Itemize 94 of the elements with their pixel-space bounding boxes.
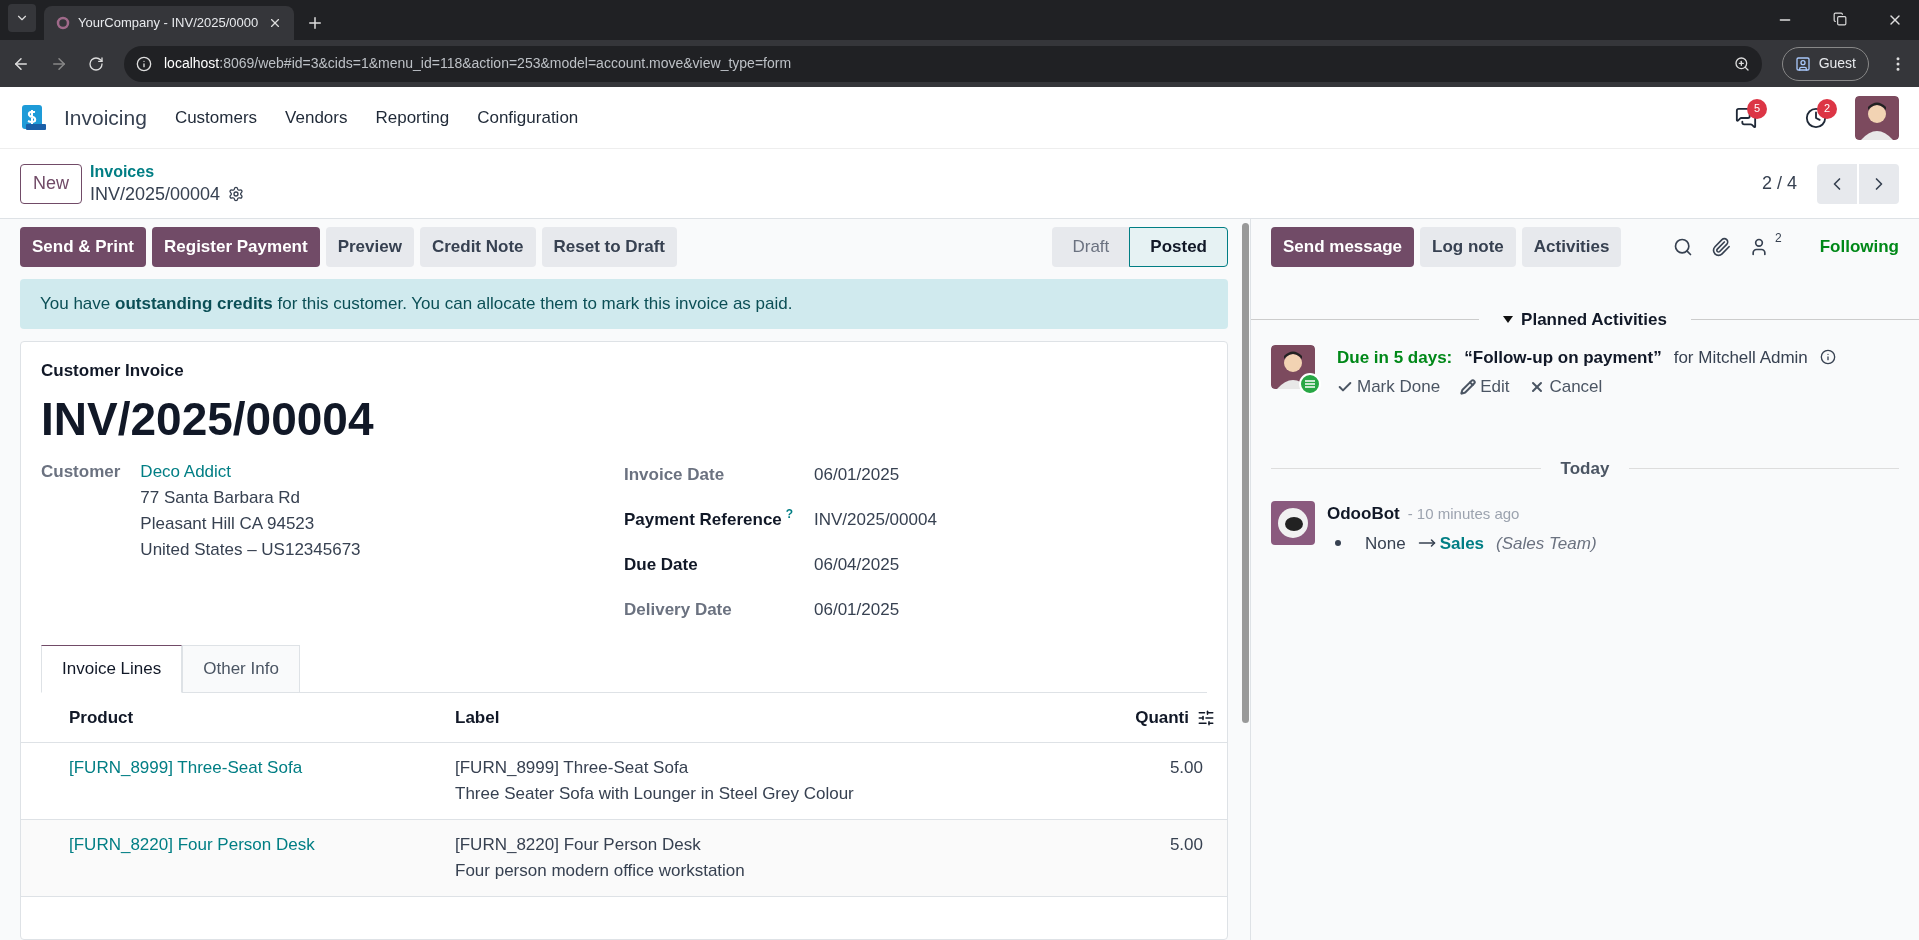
badge: 5 bbox=[1747, 98, 1767, 119]
help-mark[interactable]: ? bbox=[785, 506, 794, 521]
column-header[interactable]: Label bbox=[455, 704, 1136, 731]
action-button[interactable]: Reset to Draft bbox=[541, 227, 677, 267]
invoice-number: INV/2025/00004 bbox=[41, 392, 375, 447]
menu-item[interactable]: Reporting bbox=[375, 104, 450, 131]
followers-icon[interactable] bbox=[1749, 237, 1769, 257]
action-button[interactable]: Preview bbox=[325, 227, 414, 267]
pencil-icon bbox=[1460, 378, 1477, 395]
site-icon bbox=[56, 16, 70, 30]
message-time: - 10 minutes ago bbox=[1407, 503, 1520, 524]
field-label: Due Date bbox=[624, 553, 698, 576]
optional-columns-icon[interactable] bbox=[1197, 708, 1215, 727]
user-avatar bbox=[1855, 95, 1899, 140]
followers-count: 2 bbox=[1775, 231, 1782, 245]
reload-icon[interactable] bbox=[88, 55, 104, 72]
message-author[interactable]: OdooBot bbox=[1327, 501, 1400, 527]
assignee-avatar bbox=[1271, 344, 1315, 389]
table-row[interactable]: [FURN_8220] Four Person Desk [FURN_8220] Four Person Desk Four person modern office workstation 5.00 bbox=[21, 820, 1227, 897]
breadcrumb-link[interactable]: Invoices bbox=[90, 161, 245, 182]
restore-icon[interactable] bbox=[1833, 12, 1847, 26]
customer-link[interactable]: Deco Addict bbox=[140, 459, 361, 485]
label-line: Four person modern office workstation bbox=[455, 860, 746, 882]
status-stage[interactable]: Posted bbox=[1129, 227, 1228, 267]
address-line: United States – US12345673 bbox=[140, 539, 361, 561]
invoice-type: Customer Invoice bbox=[41, 359, 185, 382]
label-line: Three Seater Sofa with Lounger in Steel Grey Colour bbox=[455, 783, 855, 805]
settings-icon[interactable] bbox=[228, 185, 245, 202]
action-button[interactable]: Credit Note bbox=[419, 227, 536, 267]
field-label: Customer bbox=[41, 461, 121, 483]
quantity-cell-text: 5.00 bbox=[1169, 834, 1204, 856]
product-link[interactable]: [FURN_8999] Three-Seat Sofa bbox=[21, 755, 455, 807]
caret-icon[interactable] bbox=[1503, 316, 1514, 324]
section-title[interactable]: Planned Activities bbox=[1521, 307, 1667, 333]
action-button[interactable]: Log note bbox=[1420, 227, 1516, 267]
info-icon[interactable] bbox=[1819, 349, 1836, 366]
column-header[interactable]: Product bbox=[21, 704, 455, 731]
action-button[interactable]: Register Payment bbox=[152, 227, 320, 267]
scrollbar-thumb[interactable] bbox=[1241, 223, 1249, 723]
url-text: localhost:8069/web#id=3&cids=1&menu_id=118&action=253&model=account.move&view_type=form bbox=[164, 54, 793, 73]
field-label: Delivery Date bbox=[624, 598, 732, 621]
notebook-tab[interactable]: Invoice Lines bbox=[41, 645, 183, 693]
activity-type-icon bbox=[1299, 372, 1321, 395]
profile-icon bbox=[1794, 55, 1811, 72]
bullet-icon bbox=[1335, 540, 1341, 547]
field-value: 06/01/2025 bbox=[814, 598, 900, 621]
field-label: Invoice Date bbox=[624, 463, 725, 486]
activity-action-link[interactable]: Cancel bbox=[1549, 374, 1603, 400]
field-name: (Sales Team) bbox=[1496, 532, 1597, 555]
field-label: Payment Reference bbox=[624, 508, 782, 531]
following-button[interactable]: Following bbox=[1819, 234, 1899, 260]
info-alert: You have outstanding credits for this customer. You can allocate them to mark this invoice as paid. bbox=[20, 279, 1228, 329]
quantity-cell-text: 5.00 bbox=[1169, 757, 1204, 779]
field-value: 06/04/2025 bbox=[814, 553, 900, 576]
date-separator: Today bbox=[1559, 457, 1611, 480]
activity-action-link[interactable]: Mark Done bbox=[1357, 374, 1441, 400]
activity-assignee: for Mitchell Admin bbox=[1673, 346, 1808, 369]
badge: 2 bbox=[1817, 98, 1837, 119]
action-button[interactable]: Send & Print bbox=[20, 227, 146, 267]
paperclip-icon[interactable] bbox=[1711, 237, 1731, 257]
label-line: [FURN_8999] Three-Seat Sofa bbox=[455, 757, 690, 779]
search-icon[interactable] bbox=[1673, 237, 1693, 257]
browser-tab[interactable]: YourCompany - INV/2025/0000 bbox=[44, 6, 294, 40]
new-button[interactable]: New bbox=[20, 163, 82, 204]
bot-avatar bbox=[1271, 501, 1315, 545]
zoom-icon[interactable] bbox=[1733, 55, 1750, 72]
menu-item[interactable]: Customers bbox=[174, 104, 258, 131]
menu-item[interactable]: Vendors bbox=[285, 104, 348, 131]
address-line: 77 Santa Barbara Rd bbox=[140, 487, 302, 509]
app-name[interactable]: Invoicing bbox=[64, 101, 147, 134]
address-line: Pleasant Hill CA 94523 bbox=[140, 513, 316, 535]
product-link[interactable]: [FURN_8220] Four Person Desk bbox=[21, 832, 455, 884]
notebook-tab[interactable]: Other Info bbox=[182, 645, 300, 693]
pager-value: 2 / 4 bbox=[1761, 172, 1797, 195]
tab-title: YourCompany - INV/2025/0000 bbox=[78, 14, 260, 33]
old-value: None bbox=[1365, 532, 1406, 555]
new-tab-icon[interactable] bbox=[306, 14, 324, 32]
field-value: INV/2025/00004 bbox=[814, 508, 937, 531]
field-value: 06/01/2025 bbox=[814, 463, 900, 486]
site-info-icon[interactable] bbox=[136, 55, 152, 72]
activity-due: Due in 5 days: bbox=[1337, 346, 1453, 369]
status-stage[interactable]: Draft bbox=[1052, 227, 1130, 267]
activity-action-link[interactable]: Edit bbox=[1480, 374, 1510, 400]
column-header[interactable]: Quanti bbox=[1135, 704, 1189, 731]
menu-item[interactable]: Configuration bbox=[477, 104, 579, 131]
activity-summary: “Follow-up on payment” bbox=[1464, 346, 1662, 369]
action-button[interactable]: Activities bbox=[1521, 227, 1622, 267]
new-value: Sales bbox=[1439, 532, 1485, 555]
address-bar[interactable]: localhost:8069/web#id=3&cids=1&menu_id=118&action=253&model=account.move&view_type=form bbox=[124, 45, 1762, 82]
close-tab-icon[interactable] bbox=[268, 16, 282, 30]
label-line: [FURN_8220] Four Person Desk bbox=[455, 834, 702, 856]
record-name: INV/2025/00004 bbox=[90, 182, 221, 206]
action-button[interactable]: Send message bbox=[1271, 227, 1415, 267]
app-logo-icon bbox=[20, 103, 48, 132]
